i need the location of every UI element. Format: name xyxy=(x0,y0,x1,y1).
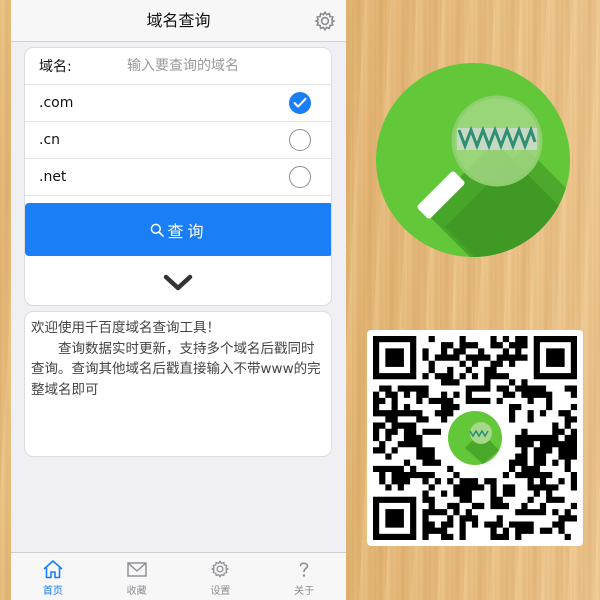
option-row-com[interactable]: .com xyxy=(25,85,331,122)
phone-app-screen: 域名查询 域名: .com .cn .net xyxy=(11,0,346,600)
info-line-description: 查询数据实时更新，支持多个域名后戳同时查询。查询其他域名后戳直接输入不带www的… xyxy=(31,340,321,398)
option-label-net: .net xyxy=(39,169,67,185)
tab-settings-label: 设置 xyxy=(210,586,231,597)
home-icon xyxy=(43,560,63,579)
app-logo xyxy=(375,62,571,258)
domain-input[interactable] xyxy=(127,58,327,74)
search-icon xyxy=(151,223,165,237)
option-label-com: .com xyxy=(39,95,74,111)
domain-input-row: 域名: xyxy=(25,48,331,85)
gear-icon[interactable] xyxy=(314,10,336,32)
info-panel: 欢迎使用千百度域名查询工具！ 查询数据实时更新，支持多个域名后戳同时查询。查询其… xyxy=(24,311,332,457)
option-row-net[interactable]: .net xyxy=(25,159,331,196)
checkmark-icon[interactable] xyxy=(289,92,311,114)
chevron-down-icon xyxy=(163,274,193,291)
navigation-bar: 域名查询 xyxy=(11,0,346,42)
expand-button[interactable] xyxy=(25,256,331,305)
qr-code xyxy=(367,330,583,546)
radio-unchecked-icon[interactable] xyxy=(289,129,311,151)
search-button-label: 查询 xyxy=(167,221,208,241)
tab-home[interactable]: 首页 xyxy=(11,553,95,600)
search-button[interactable]: 查询 xyxy=(25,203,331,256)
tab-settings[interactable]: 设置 xyxy=(179,553,263,600)
domain-label: 域名: xyxy=(39,59,72,75)
info-text: 欢迎使用千百度域名查询工具！ 查询数据实时更新，支持多个域名后戳同时查询。查询其… xyxy=(31,318,325,400)
info-line-welcome: 欢迎使用千百度域名查询工具！ xyxy=(31,320,220,336)
option-row-cn[interactable]: .cn xyxy=(25,122,331,159)
tab-home-label: 首页 xyxy=(42,586,63,597)
page-title: 域名查询 xyxy=(146,11,211,30)
tab-about[interactable]: 关于 xyxy=(262,553,346,600)
tab-about-label: 关于 xyxy=(294,586,315,597)
domain-query-form: 域名: .com .cn .net 查询 xyxy=(24,47,332,306)
tab-bar: 首页 收藏 设置 关于 xyxy=(11,552,346,600)
gear-icon xyxy=(211,560,230,578)
tab-favorites[interactable]: 收藏 xyxy=(95,553,179,600)
radio-unchecked-icon[interactable] xyxy=(289,166,311,188)
envelope-icon xyxy=(126,562,147,577)
option-label-cn: .cn xyxy=(39,132,61,148)
help-icon xyxy=(299,562,309,577)
tab-favorites-label: 收藏 xyxy=(126,586,147,597)
